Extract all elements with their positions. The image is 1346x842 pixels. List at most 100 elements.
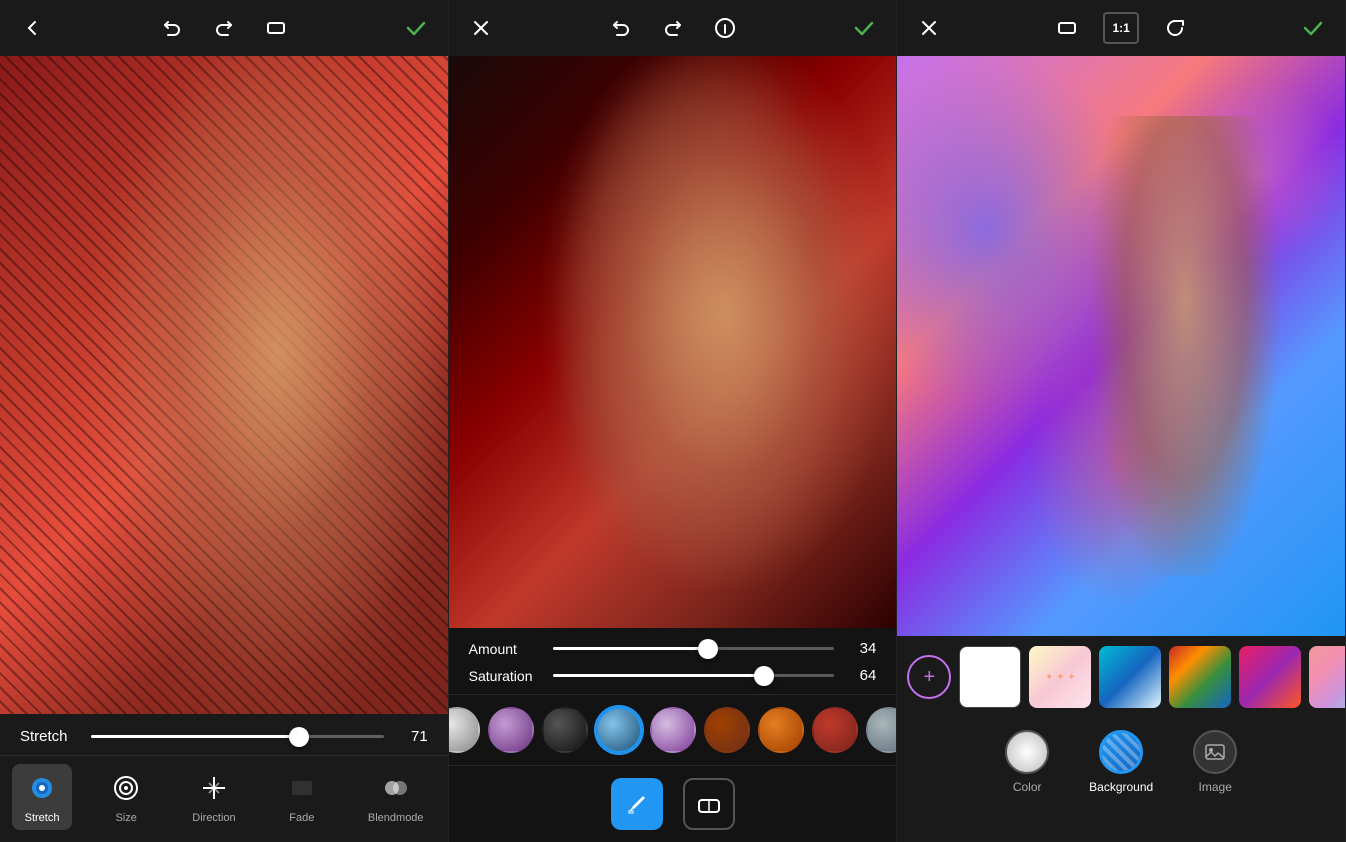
size-icon — [108, 770, 144, 806]
preset-purple[interactable] — [488, 707, 534, 753]
stretch-icon — [24, 770, 60, 806]
amount-row: Amount 34 — [469, 640, 877, 657]
redo-button[interactable] — [208, 12, 240, 44]
blendmode-icon — [378, 770, 414, 806]
panel-stretch: Stretch 71 Stretch — [0, 0, 449, 842]
bg-type-color[interactable]: Color — [1005, 730, 1049, 794]
saturation-label: Saturation — [469, 668, 539, 684]
tab-size[interactable]: Size — [96, 764, 156, 830]
confirm-button[interactable] — [400, 12, 432, 44]
direction-tab-label: Direction — [192, 812, 235, 824]
saturation-row: Saturation 64 — [469, 667, 877, 684]
direction-icon — [196, 770, 232, 806]
person-silhouette — [0, 56, 448, 714]
bg-type-tabs: Color Background Image — [897, 718, 1345, 802]
image-type-icon — [1193, 730, 1237, 774]
bg-swatch-2[interactable] — [1099, 646, 1161, 708]
bg-swatch-1[interactable] — [1029, 646, 1091, 708]
color-type-icon — [1005, 730, 1049, 774]
panel2-close-button[interactable] — [465, 12, 497, 44]
panel1-left-icons — [16, 12, 48, 44]
stretch-control: Stretch 71 — [0, 714, 448, 756]
background-type-icon — [1099, 730, 1143, 774]
color-presets — [449, 695, 897, 766]
bg-swatch-3[interactable] — [1169, 646, 1231, 708]
amount-thumb[interactable] — [698, 639, 718, 659]
back-button[interactable] — [16, 12, 48, 44]
panel2-undo-button[interactable] — [605, 12, 637, 44]
preset-brown[interactable] — [704, 707, 750, 753]
preset-auburn[interactable] — [812, 707, 858, 753]
panel3-close-button[interactable] — [913, 12, 945, 44]
panel1-canvas — [0, 56, 448, 714]
panel1-center-icons — [156, 12, 292, 44]
saturation-fill — [553, 674, 764, 677]
blendmode-tab-label: Blendmode — [368, 812, 424, 824]
stretch-value: 71 — [400, 728, 428, 745]
amount-fill — [553, 647, 708, 650]
eraser-button[interactable] — [683, 778, 735, 830]
amount-value: 34 — [848, 640, 876, 657]
brush-button[interactable] — [611, 778, 663, 830]
brush-tools — [449, 766, 897, 842]
add-background-button[interactable]: + — [907, 655, 951, 699]
ratio-button[interactable]: 1:1 — [1103, 12, 1139, 44]
stretch-tab-label: Stretch — [25, 812, 60, 824]
saturation-value: 64 — [848, 667, 876, 684]
sliders-section: Amount 34 Saturation 64 — [449, 628, 897, 695]
panel2-topbar — [449, 0, 897, 56]
panel2-redo-button[interactable] — [657, 12, 689, 44]
background-type-label: Background — [1089, 780, 1153, 794]
panel3-center-icons: 1:1 — [1051, 12, 1191, 44]
preset-blue[interactable] — [596, 707, 642, 753]
stretch-slider[interactable] — [91, 735, 384, 738]
bg-swatch-4[interactable] — [1239, 646, 1301, 708]
bg-type-image[interactable]: Image — [1193, 730, 1237, 794]
bg-swatch-white[interactable] — [959, 646, 1021, 708]
preset-gray[interactable] — [866, 707, 898, 753]
preset-lavender[interactable] — [650, 707, 696, 753]
stretch-label: Stretch — [20, 728, 75, 745]
saturation-slider[interactable] — [553, 674, 835, 677]
size-tab-label: Size — [115, 812, 136, 824]
tab-stretch[interactable]: Stretch — [12, 764, 72, 830]
amount-slider[interactable] — [553, 647, 835, 650]
bg-swatches-row: + — [897, 636, 1345, 718]
tool-tabs: Stretch Size — [0, 756, 448, 842]
preset-black[interactable] — [542, 707, 588, 753]
preset-silver[interactable] — [449, 707, 480, 753]
bg-type-background[interactable]: Background — [1089, 730, 1153, 794]
amount-label: Amount — [469, 641, 539, 657]
tab-direction[interactable]: Direction — [180, 764, 247, 830]
panel3-person — [1085, 116, 1285, 576]
panel2-person — [449, 56, 897, 628]
preset-copper[interactable] — [758, 707, 804, 753]
panel1-bottom: Stretch 71 Stretch — [0, 714, 448, 842]
stretch-fill — [91, 735, 299, 738]
saturation-thumb[interactable] — [754, 666, 774, 686]
color-type-label: Color — [1013, 780, 1042, 794]
tab-fade[interactable]: Fade — [272, 764, 332, 830]
fade-tab-label: Fade — [289, 812, 314, 824]
ratio-label: 1:1 — [1113, 21, 1130, 35]
panel1-topbar — [0, 0, 448, 56]
add-icon: + — [924, 666, 936, 689]
tab-blendmode[interactable]: Blendmode — [356, 764, 436, 830]
image-type-label: Image — [1199, 780, 1232, 794]
fade-icon — [284, 770, 320, 806]
bg-swatch-5[interactable] — [1309, 646, 1345, 708]
stretch-thumb[interactable] — [289, 727, 309, 747]
panel3-erase-button[interactable] — [1051, 12, 1083, 44]
panel2-canvas — [449, 56, 897, 628]
panel-hair-color: Amount 34 Saturation 64 — [449, 0, 898, 842]
panel2-confirm-button[interactable] — [848, 12, 880, 44]
panel2-bottom: Amount 34 Saturation 64 — [449, 628, 897, 842]
panel3-canvas — [897, 56, 1345, 636]
panel3-refresh-button[interactable] — [1159, 12, 1191, 44]
panel3-confirm-button[interactable] — [1297, 12, 1329, 44]
panel2-info-button[interactable] — [709, 12, 741, 44]
panel-background: 1:1 + — [897, 0, 1346, 842]
erase-button[interactable] — [260, 12, 292, 44]
panel3-bottom: + Color Background — [897, 636, 1345, 842]
undo-button[interactable] — [156, 12, 188, 44]
